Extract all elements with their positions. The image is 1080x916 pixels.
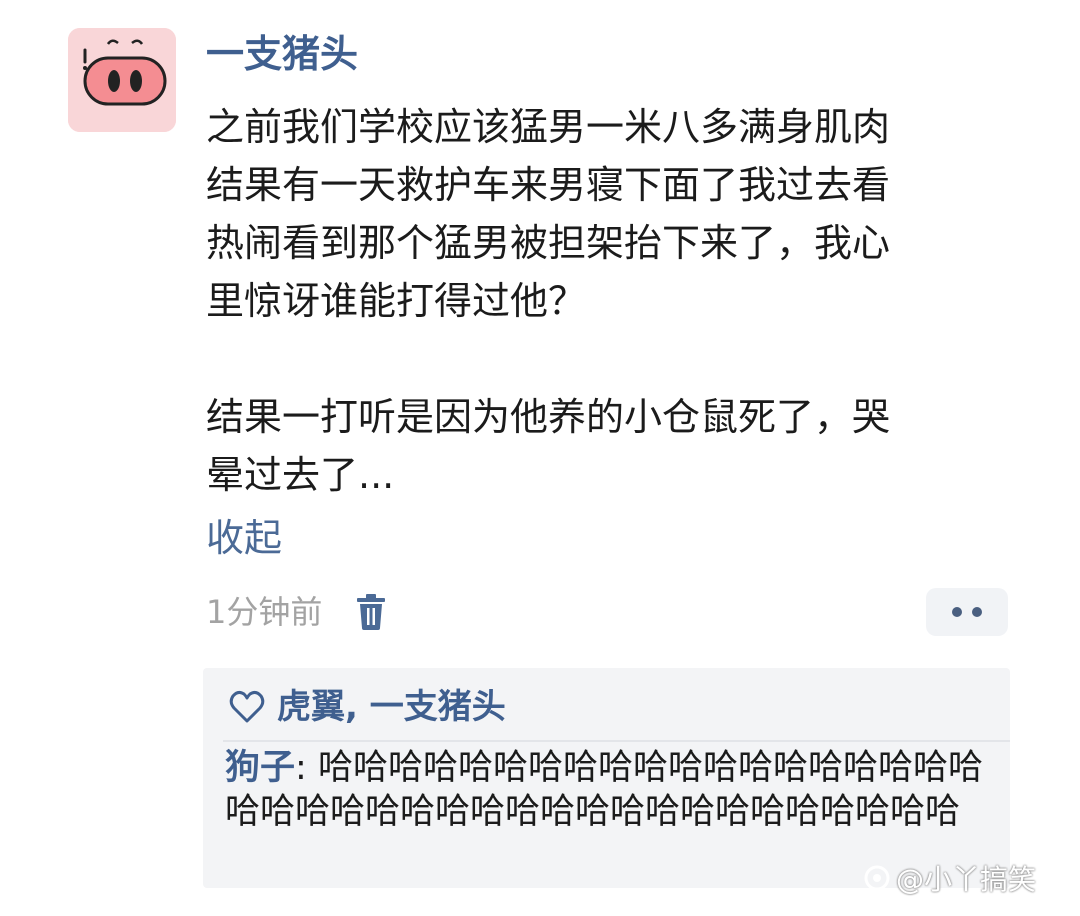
heart-icon[interactable] <box>229 690 265 724</box>
comment-line: 里惊讶谁能打得过他？ <box>206 279 587 323</box>
watermark: @小丫搞笑 <box>864 858 1036 898</box>
reply-author[interactable]: 狗子 <box>225 748 295 788</box>
watermark-logo-icon <box>864 865 890 891</box>
likes-row: 虎翼, 一支猪头 <box>229 678 506 736</box>
comment-screen: 一支猪头 之前我们学校应该猛男一米八多满身肌肉 结果有一天救护车来男寝下面了我过… <box>0 0 1080 916</box>
pig-avatar-icon <box>68 28 176 132</box>
more-dots-icon <box>972 607 982 617</box>
comment-line: 热闹看到那个猛男被担架抬下来了，我心 <box>206 221 891 265</box>
comment-body: 之前我们学校应该猛男一米八多满身肌肉 结果有一天救护车来男寝下面了我过去看 热闹… <box>206 98 1046 504</box>
trash-icon[interactable] <box>356 594 386 630</box>
reply-separator: : <box>295 748 318 788</box>
comment-username[interactable]: 一支猪头 <box>206 26 358 82</box>
comment-line: 结果有一天救护车来男寝下面了我过去看 <box>206 163 891 207</box>
more-options-button[interactable] <box>926 588 1008 636</box>
more-dots-icon <box>952 607 962 617</box>
comment-line: 晕过去了... <box>206 453 395 497</box>
liked-by-names[interactable]: 虎翼, 一支猪头 <box>277 678 506 736</box>
avatar[interactable] <box>68 28 176 132</box>
reply-item[interactable]: 狗子: 哈哈哈哈哈哈哈哈哈哈哈哈哈哈哈哈哈哈哈哈哈哈哈哈哈哈哈哈哈哈哈哈哈哈哈哈… <box>225 746 1005 834</box>
divider <box>223 740 1010 742</box>
reply-section: 虎翼, 一支猪头 狗子: 哈哈哈哈哈哈哈哈哈哈哈哈哈哈哈哈哈哈哈哈哈哈哈哈哈哈哈… <box>203 668 1010 888</box>
comment-line: 结果一打听是因为他养的小仓鼠死了，哭 <box>206 395 891 439</box>
reply-content: 哈哈哈哈哈哈哈哈哈哈哈哈哈哈哈哈哈哈哈哈哈哈哈哈哈哈哈哈哈哈哈哈哈哈哈哈哈哈哈哈 <box>225 748 983 832</box>
watermark-text: @小丫搞笑 <box>896 863 1037 896</box>
comment-timestamp: 1分钟前 <box>206 593 323 631</box>
comment-line: 之前我们学校应该猛男一米八多满身肌肉 <box>206 105 891 149</box>
collapse-link[interactable]: 收起 <box>206 510 282 566</box>
